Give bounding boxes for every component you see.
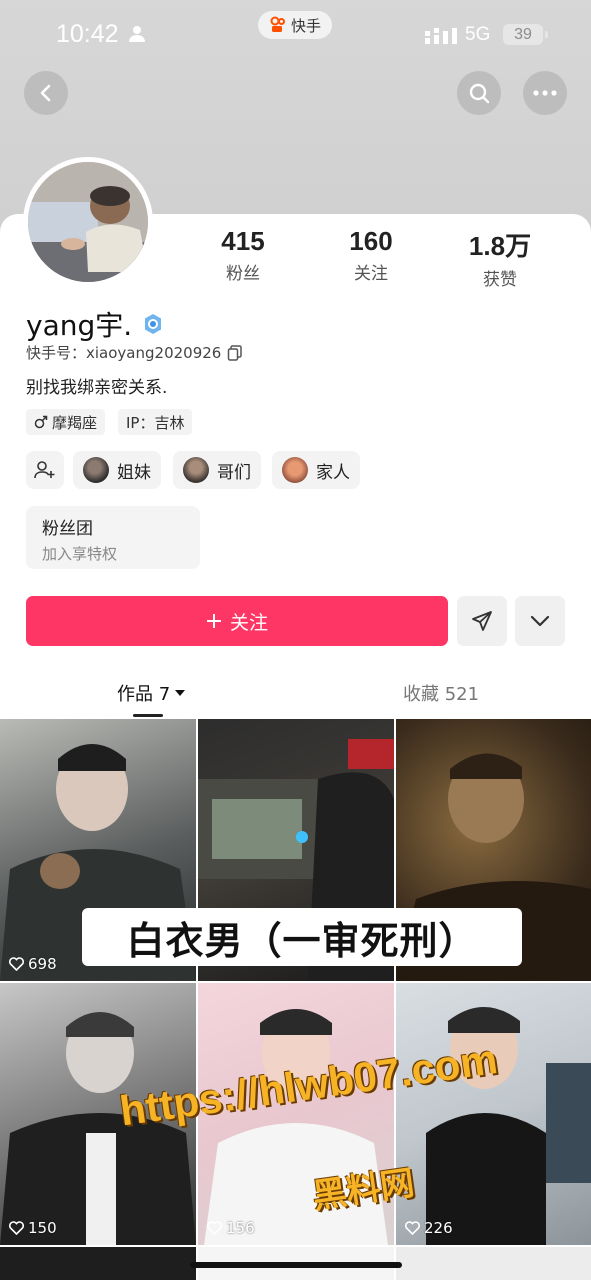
chevron-down-icon bbox=[530, 615, 550, 627]
overlay-caption: 白衣男（一审死刑） bbox=[82, 908, 522, 966]
avatar-image bbox=[28, 162, 148, 282]
more-button[interactable] bbox=[523, 71, 567, 115]
battery-tip bbox=[545, 31, 548, 38]
video-likes-count: 150 bbox=[28, 1219, 57, 1237]
plus-icon bbox=[206, 614, 221, 628]
search-button[interactable] bbox=[457, 71, 501, 115]
video-thumb[interactable]: 226 bbox=[396, 983, 591, 1245]
group-brothers[interactable]: 哥们 bbox=[173, 451, 261, 489]
kuaishou-id-row: 快手号： xiaoyang2020926 bbox=[26, 342, 243, 363]
video-likes: 698 bbox=[9, 955, 57, 973]
tab-underline bbox=[133, 714, 163, 717]
app-pill-label: 快手 bbox=[290, 16, 321, 35]
add-friend-button[interactable] bbox=[26, 451, 64, 489]
video-thumb[interactable] bbox=[396, 1247, 591, 1280]
status-bar: 10:42 快手 5G 39 bbox=[0, 0, 591, 70]
fan-club-title: 粉丝团 bbox=[42, 519, 93, 539]
home-indicator[interactable] bbox=[190, 1262, 402, 1268]
expand-button[interactable] bbox=[515, 596, 565, 646]
video-likes: 150 bbox=[9, 1219, 57, 1237]
follow-label: 关注 bbox=[229, 611, 268, 634]
copy-icon[interactable] bbox=[227, 344, 243, 361]
app-pill: 快手 bbox=[258, 11, 332, 39]
video-thumb[interactable] bbox=[0, 1247, 196, 1280]
more-dots-icon bbox=[533, 90, 557, 96]
stat-followers[interactable]: 415 粉丝 bbox=[193, 226, 293, 284]
video-image bbox=[426, 1007, 591, 1245]
heart-icon bbox=[9, 957, 24, 971]
status-time: 10:42 bbox=[56, 20, 119, 48]
chevron-left-icon bbox=[40, 84, 51, 102]
group-family[interactable]: 家人 bbox=[272, 451, 360, 489]
video-likes: 226 bbox=[405, 1219, 453, 1237]
verified-badge-icon[interactable] bbox=[142, 313, 164, 335]
back-button[interactable] bbox=[24, 71, 68, 115]
followers-label: 粉丝 bbox=[226, 264, 260, 284]
followers-count: 415 bbox=[221, 226, 265, 256]
tag-zodiac: 摩羯座 bbox=[26, 409, 106, 435]
group-label: 哥们 bbox=[217, 462, 251, 483]
following-label: 关注 bbox=[354, 264, 388, 284]
group-avatar bbox=[183, 457, 209, 483]
heart-icon bbox=[9, 1221, 24, 1235]
network-label: 5G bbox=[465, 24, 491, 45]
group-sisters[interactable]: 姐妹 bbox=[73, 451, 161, 489]
group-label: 家人 bbox=[316, 462, 350, 483]
likes-label: 获赞 bbox=[483, 270, 517, 290]
fan-club-subtitle: 加入享特权 bbox=[42, 545, 118, 563]
tab-works[interactable]: 作品 7 bbox=[117, 680, 186, 706]
tag-zodiac-label: 摩羯座 bbox=[52, 413, 98, 432]
tab-favorites-label: 收藏 521 bbox=[403, 684, 480, 705]
content-tabs: 作品 7 收藏 521 bbox=[0, 672, 591, 717]
send-icon bbox=[472, 611, 492, 631]
search-icon bbox=[469, 83, 490, 104]
kuaishou-id: xiaoyang2020926 bbox=[86, 343, 222, 362]
heart-icon bbox=[207, 1221, 222, 1235]
group-avatar bbox=[83, 457, 109, 483]
video-likes-count: 156 bbox=[226, 1219, 255, 1237]
username: yang宇. bbox=[26, 309, 133, 342]
group-avatar bbox=[282, 457, 308, 483]
message-button[interactable] bbox=[457, 596, 507, 646]
caret-down-icon bbox=[175, 690, 186, 696]
group-label: 姐妹 bbox=[117, 462, 151, 483]
video-likes: 156 bbox=[207, 1219, 255, 1237]
video-likes-count: 226 bbox=[424, 1219, 453, 1237]
tab-works-label: 作品 7 bbox=[117, 684, 171, 705]
stat-following[interactable]: 160 关注 bbox=[321, 226, 421, 284]
avatar[interactable] bbox=[23, 157, 153, 287]
tag-ip: IP：吉林 bbox=[118, 409, 193, 435]
following-count: 160 bbox=[349, 226, 393, 256]
video-likes-count: 698 bbox=[28, 955, 57, 973]
kuaishou-id-label: 快手号： bbox=[26, 344, 87, 362]
male-icon bbox=[34, 415, 48, 429]
profile-name-row: yang宇. bbox=[26, 304, 164, 344]
add-person-icon bbox=[34, 461, 55, 479]
tab-favorites[interactable]: 收藏 521 bbox=[403, 680, 479, 706]
stat-likes[interactable]: 1.8万 获赞 bbox=[450, 226, 550, 290]
follow-button[interactable]: 关注 bbox=[26, 596, 448, 646]
tag-ip-label: IP：吉林 bbox=[126, 413, 185, 432]
battery-indicator: 39 bbox=[503, 24, 543, 45]
kuaishou-logo-icon bbox=[270, 16, 285, 32]
heart-icon bbox=[405, 1221, 420, 1235]
bio: 别找我绑亲密关系. bbox=[26, 378, 168, 398]
fan-club-card[interactable]: 粉丝团 加入享特权 bbox=[26, 506, 200, 569]
signal-icon bbox=[425, 28, 457, 44]
person-icon bbox=[129, 26, 145, 42]
likes-count: 1.8万 bbox=[468, 231, 532, 261]
